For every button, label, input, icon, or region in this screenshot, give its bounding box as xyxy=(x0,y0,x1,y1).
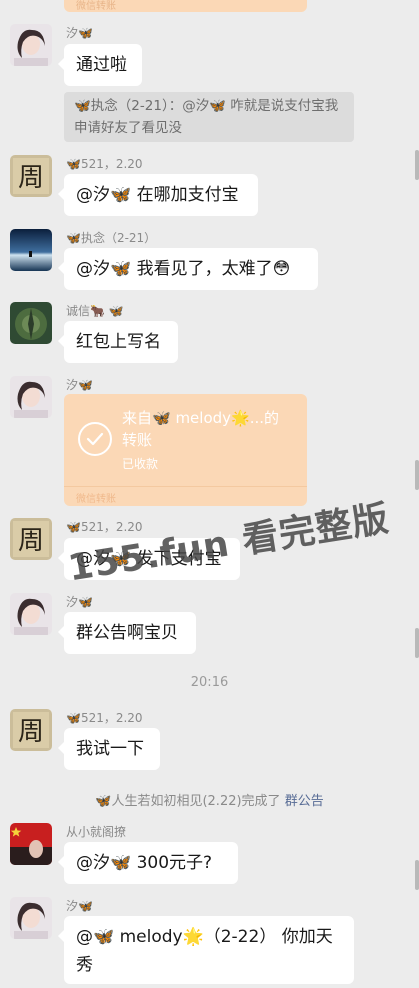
svg-text:周: 周 xyxy=(18,163,44,193)
message-line: 秀 xyxy=(76,955,93,975)
avatar[interactable] xyxy=(10,302,52,344)
sender-name: 汐🦋 xyxy=(66,595,93,609)
message-bubble[interactable]: @汐🦋 在哪加支付宝 xyxy=(58,174,258,216)
quoted-message[interactable]: 🦋执念（2-21）：@汐🦋 咋就是说支付宝我申请好友了看见没 xyxy=(64,92,354,142)
scroll-marker xyxy=(415,150,419,180)
message-bubble[interactable]: @汐🦋 我看见了，太难了😳 xyxy=(58,248,318,290)
sender-name: 🦋执念（2-21） xyxy=(66,231,157,245)
avatar[interactable]: 周 xyxy=(10,518,52,560)
transfer-title: 来自🦋 melody🌟...的 xyxy=(122,409,280,427)
avatar[interactable] xyxy=(10,229,52,271)
sender-name: 诚信🐂 🦋 xyxy=(66,304,124,318)
scroll-marker xyxy=(415,628,419,658)
avatar[interactable] xyxy=(10,593,52,635)
sender-name: 🦋521，2.20 xyxy=(66,157,143,171)
message-line: @🦋 melody🌟（2-22） 你加天 xyxy=(76,927,333,947)
sender-name: 汐🦋 xyxy=(66,378,93,392)
message-bubble[interactable]: @汐🦋 300元子? xyxy=(58,842,238,884)
message-bubble[interactable]: @🦋 melody🌟（2-22） 你加天 秀 xyxy=(58,916,354,984)
transfer-footer: 微信转账 xyxy=(76,494,116,505)
transfer-title-cont: 转账 xyxy=(122,431,153,449)
transfer-footer: 微信转账 xyxy=(76,1,116,12)
sender-name: 从小就阁撩 xyxy=(66,825,127,839)
timestamp: 20:16 xyxy=(190,675,229,690)
svg-text:周: 周 xyxy=(18,526,44,556)
system-text: 🦋人生若如初相见(2.22)完成了 xyxy=(95,794,281,809)
divider xyxy=(64,486,307,487)
check-icon xyxy=(78,422,112,456)
sender-name: 汐🦋 xyxy=(66,899,93,913)
avatar[interactable] xyxy=(10,823,52,865)
sender-name: 汐🦋 xyxy=(66,26,93,40)
message-bubble[interactable]: 通过啦 xyxy=(58,44,142,86)
avatar[interactable]: 周 xyxy=(10,709,52,751)
avatar[interactable] xyxy=(10,897,52,939)
sender-name: 🦋521，2.20 xyxy=(66,711,143,725)
scroll-marker xyxy=(415,860,419,890)
avatar[interactable] xyxy=(10,376,52,418)
message-bubble[interactable]: 群公告啊宝贝 xyxy=(58,612,196,654)
transfer-status: 已收款 xyxy=(122,457,159,471)
avatar[interactable]: 周 xyxy=(10,155,52,197)
group-notice-link[interactable]: 群公告 xyxy=(285,794,324,809)
avatar[interactable] xyxy=(10,24,52,66)
scroll-marker xyxy=(415,460,419,490)
message-bubble[interactable]: 我试一下 xyxy=(58,728,160,770)
previous-transfer-card[interactable]: 微信转账 xyxy=(64,0,307,12)
system-message: 🦋人生若如初相见(2.22)完成了 群公告 xyxy=(0,790,419,809)
svg-text:周: 周 xyxy=(18,717,44,747)
message-bubble[interactable]: 红包上写名 xyxy=(58,321,178,363)
transfer-card[interactable]: 来自🦋 melody🌟...的 转账 已收款 微信转账 xyxy=(64,394,307,506)
